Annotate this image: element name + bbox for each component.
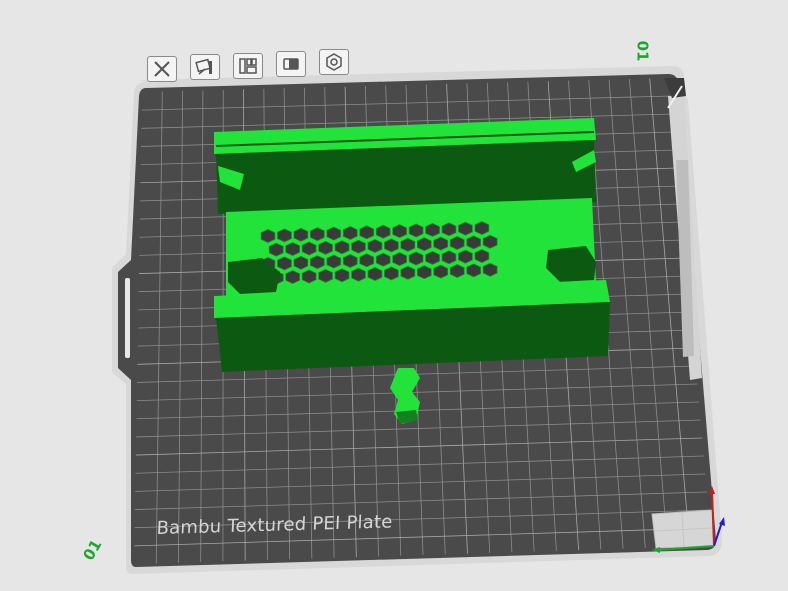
honeycomb-hole (293, 255, 309, 270)
honeycomb-hole (367, 267, 383, 281)
honeycomb-hole (301, 241, 317, 256)
honeycomb-hole (416, 237, 432, 252)
honeycomb-hole (318, 240, 333, 255)
honeycomb-hole (482, 262, 498, 277)
model-post-left (238, 236, 260, 254)
honeycomb-hole (277, 256, 292, 271)
honeycomb-hole (400, 265, 416, 280)
honeycomb-hole (301, 269, 317, 284)
honeycomb-hole (342, 254, 358, 268)
arrange-icon (195, 58, 212, 75)
honeycomb-hole (441, 250, 457, 265)
honeycomb-hole (384, 266, 399, 281)
honeycomb-hole (400, 237, 416, 252)
honeycomb-hole (425, 250, 440, 265)
honeycomb-hole (334, 268, 350, 283)
honeycomb-hole (367, 239, 383, 253)
honeycomb-hole (474, 249, 490, 264)
honeycomb-hole (309, 227, 325, 242)
honeycomb-hole (277, 228, 292, 243)
honeycomb-hole (334, 240, 350, 255)
auto-layout-button[interactable] (233, 53, 263, 79)
honeycomb-hole (351, 239, 366, 254)
honeycomb-hole (416, 265, 432, 280)
honeycomb-hole (441, 222, 457, 237)
honeycomb-hole (474, 221, 490, 236)
honeycomb-hole (482, 234, 498, 249)
honeycomb-hole (449, 264, 465, 278)
honeycomb-hole (433, 236, 449, 251)
honeycomb-hole (433, 264, 449, 279)
build-plate-viewport[interactable] (0, 0, 788, 591)
arrange-button[interactable] (190, 54, 220, 80)
plate-clip-slot (125, 278, 130, 358)
honeycomb-hole (384, 238, 399, 253)
honeycomb-hole (326, 254, 342, 269)
honeycomb-hole (425, 222, 440, 237)
honeycomb-hole (449, 236, 465, 250)
plate-number-label: 01 (633, 40, 652, 62)
honeycomb-hole (458, 249, 473, 264)
honeycomb-hole (466, 235, 482, 250)
honeycomb-hole (260, 229, 276, 243)
honeycomb-hole (285, 242, 301, 257)
honeycomb-hole (458, 221, 473, 236)
honeycomb-hole (392, 252, 408, 267)
honeycomb-hole (309, 255, 325, 270)
close-icon (154, 61, 170, 77)
model-post-right (546, 226, 568, 244)
honeycomb-hole (342, 226, 358, 240)
plate-settings-button[interactable] (319, 49, 349, 75)
honeycomb-hole (285, 270, 301, 285)
honeycomb-hole (351, 267, 366, 282)
gear-icon (326, 53, 342, 71)
honeycomb-hole (466, 263, 482, 278)
honeycomb-hole (375, 224, 391, 239)
close-plate-button[interactable] (147, 56, 177, 82)
honeycomb-hole (326, 226, 342, 241)
honeycomb-hole (392, 224, 408, 239)
honeycomb-hole (293, 227, 309, 242)
honeycomb-hole (375, 252, 391, 267)
honeycomb-hole (268, 242, 284, 257)
honeycomb-hole (318, 268, 333, 283)
honeycomb-hole (359, 253, 375, 268)
honeycomb-hole (359, 225, 375, 240)
lock-icon (283, 58, 299, 70)
lock-plate-button[interactable] (276, 51, 306, 77)
honeycomb-hole (408, 223, 424, 238)
grid-layout-icon (239, 58, 257, 74)
honeycomb-hole (408, 251, 424, 266)
